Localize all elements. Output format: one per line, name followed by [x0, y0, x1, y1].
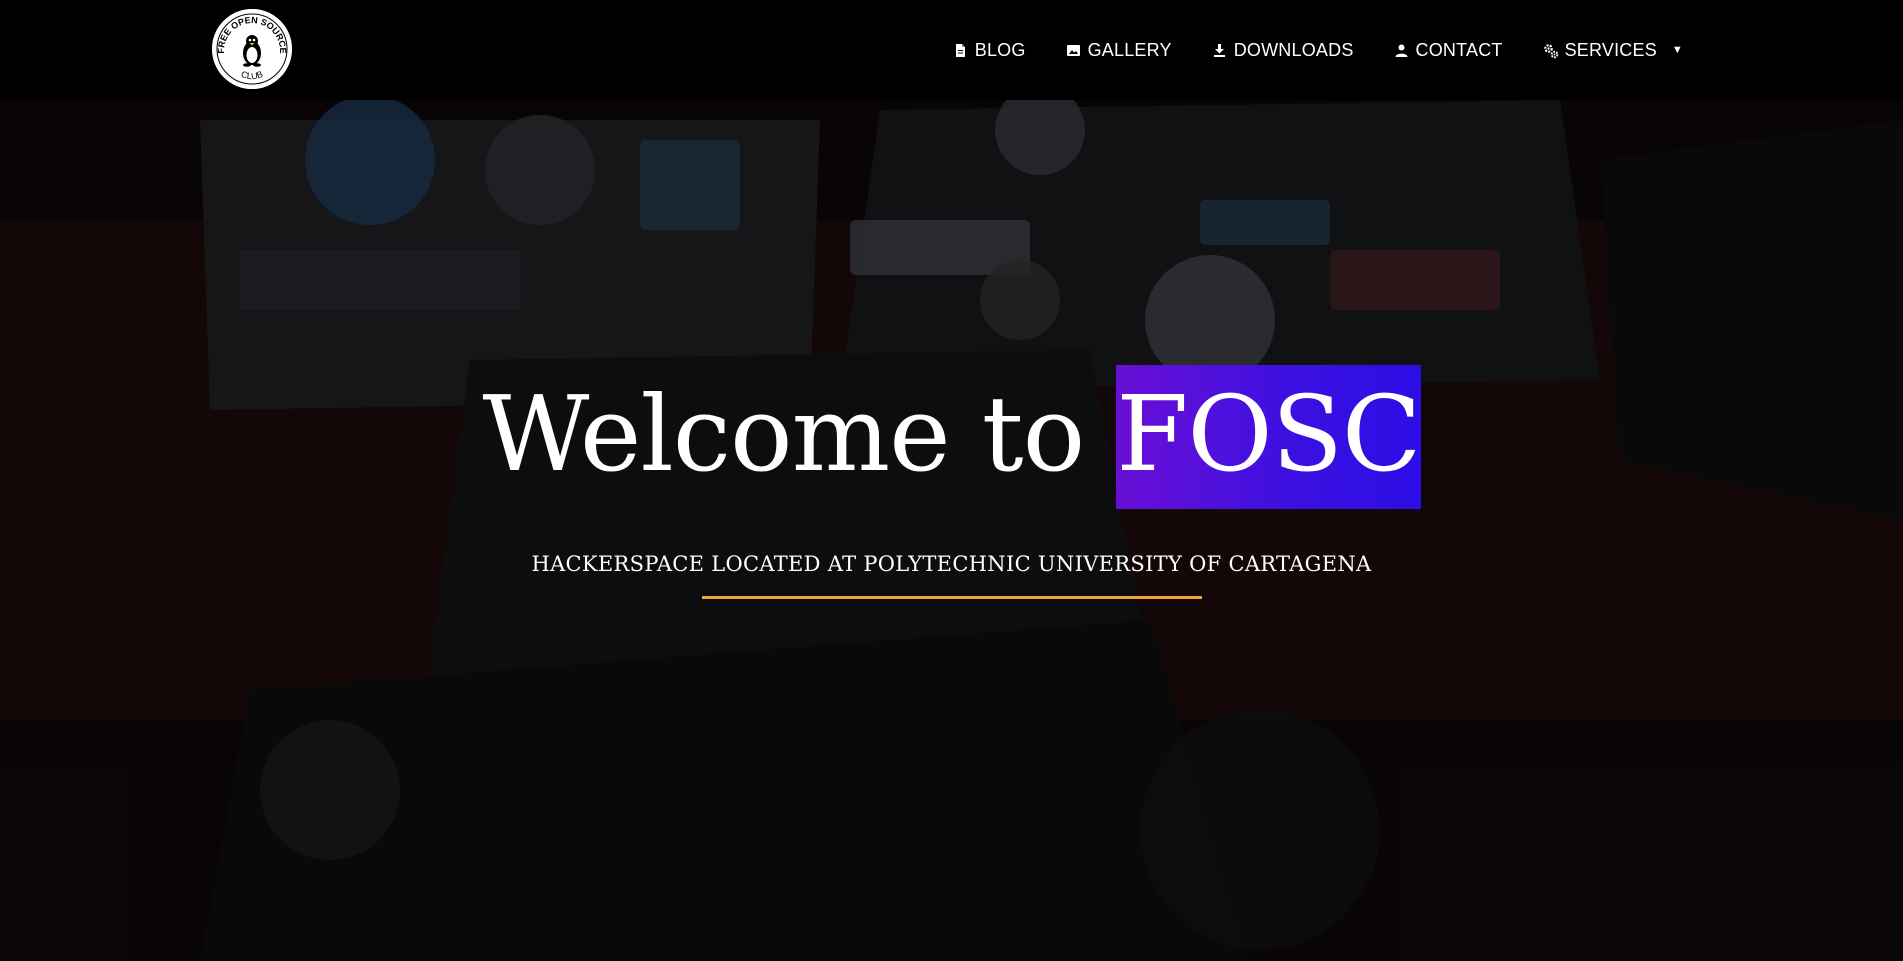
nav-item-label: SERVICES [1564, 39, 1657, 60]
gears-icon [1543, 43, 1558, 58]
person-icon [1394, 43, 1409, 58]
chevron-down-icon: ▼ [1671, 44, 1683, 56]
nav-item-blog[interactable]: BLOG [953, 40, 1026, 61]
hero-dim-overlay [0, 100, 1903, 961]
hero-divider [702, 596, 1202, 599]
nav-item-downloads[interactable]: DOWNLOADS [1212, 40, 1354, 61]
top-navbar: FREE OPEN SOURCE CLUB BLOG GALLERY DOWNL… [0, 0, 1903, 100]
nav-item-label: BLOG [974, 39, 1026, 60]
download-icon [1212, 43, 1227, 58]
fosc-logo-icon: FREE OPEN SOURCE CLUB [212, 9, 292, 89]
hero-title-prefix: Welcome to [482, 373, 1117, 495]
nav-item-contact[interactable]: CONTACT [1394, 40, 1503, 61]
hero-title-highlight: FOSC [1116, 365, 1422, 509]
nav-item-label: DOWNLOADS [1233, 39, 1354, 60]
image-icon [1066, 43, 1081, 58]
site-logo[interactable]: FREE OPEN SOURCE CLUB [212, 9, 292, 89]
nav-item-label: GALLERY [1087, 39, 1172, 60]
hero-section: Welcome to FOSC HACKERSPACE LOCATED AT P… [0, 100, 1903, 961]
nav-item-services[interactable]: SERVICES ▼ [1543, 40, 1683, 61]
document-icon [953, 43, 968, 58]
page: FREE OPEN SOURCE CLUB BLOG GALLERY DOWNL… [0, 0, 1903, 961]
nav-item-label: CONTACT [1415, 39, 1503, 60]
hero-title: Welcome to FOSC [0, 365, 1903, 509]
nav-item-gallery[interactable]: GALLERY [1066, 40, 1172, 61]
hero-subtitle: HACKERSPACE LOCATED AT POLYTECHNIC UNIVE… [531, 552, 1372, 576]
main-nav-menu: BLOG GALLERY DOWNLOADS CONTACT SERVICES … [953, 0, 1683, 100]
